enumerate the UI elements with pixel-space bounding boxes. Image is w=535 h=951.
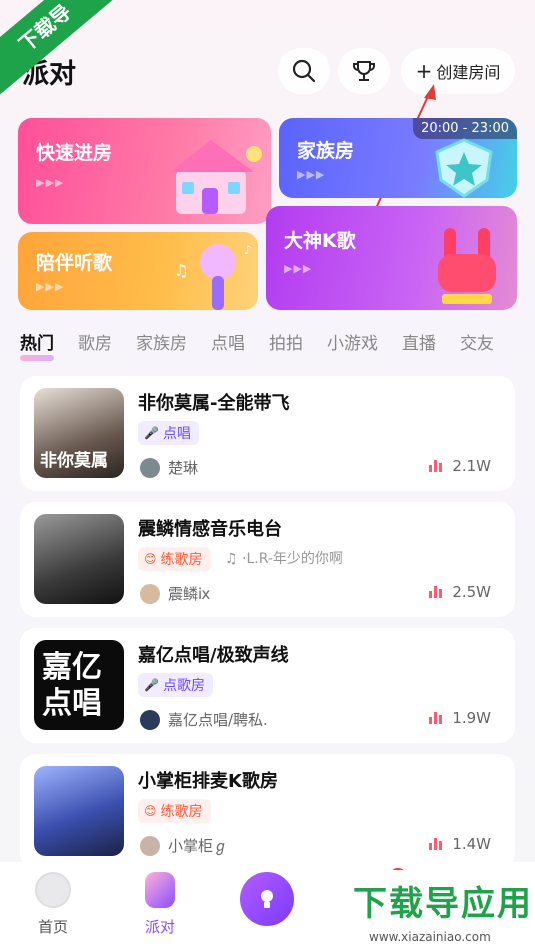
heat-bars-icon — [429, 712, 444, 724]
family-time-badge: 20:00 - 23:00 — [413, 118, 517, 139]
room-heat: 2.1W — [429, 457, 491, 475]
room-heat: 1.4W — [429, 835, 491, 853]
microphone-icon: ♫ ♪ — [174, 243, 252, 310]
avatar — [140, 836, 160, 856]
tab-song-room[interactable]: 歌房 — [78, 329, 112, 359]
tab-request-song[interactable]: 点唱 — [211, 329, 245, 359]
quick-join-label: 快速进房 — [36, 142, 113, 164]
heat-bars-icon — [429, 586, 444, 598]
arrows-icon: ▶▶▶ — [36, 280, 65, 293]
karaoke-god-label: 大神K歌 — [284, 230, 356, 252]
room-thumbnail-text: 嘉亿点唱 — [42, 650, 102, 721]
nav-home[interactable]: 首页 — [18, 872, 88, 937]
avatar — [140, 458, 160, 478]
room-thumbnail: 非你莫属 — [34, 388, 124, 478]
room-card[interactable]: 非你莫属 非你莫属-全能带飞 🎤 点唱 楚琳 2.1W — [20, 376, 515, 491]
room-thumbnail: 嘉亿点唱 — [34, 640, 124, 730]
room-card[interactable]: 嘉亿点唱 嘉亿点唱/极致声线 🎤 点歌房 嘉亿点唱/聘私. 1.9W — [20, 628, 515, 743]
host-name: 楚琳 — [168, 459, 199, 477]
svg-text:♫: ♫ — [174, 261, 188, 280]
arrows-icon: ▶▶▶ — [284, 262, 313, 275]
quick-join-banner[interactable]: 快速进房 ▶▶▶ — [18, 118, 271, 224]
tab-auction[interactable]: 拍拍 — [269, 329, 303, 359]
room-card[interactable]: 小掌柜排麦K歌房 😊 练歌房 小掌柜ℊ 1.4W — [20, 754, 515, 869]
room-tag: 🎤 点歌房 — [138, 673, 213, 697]
castle-icon — [170, 140, 262, 214]
room-tag: 😊 练歌房 — [138, 547, 211, 571]
watermark-brand: 下载导应用 www.xiazainiao.com — [345, 870, 535, 951]
emoji-icon: 😊 — [144, 552, 157, 566]
room-tag: 😊 练歌房 — [138, 799, 211, 823]
watermark-brand-text: 下载导应用 — [353, 884, 533, 924]
svg-text:♪: ♪ — [244, 243, 252, 257]
room-thumbnail — [34, 514, 124, 604]
tab-mini-games[interactable]: 小游戏 — [327, 329, 378, 359]
tab-family-room[interactable]: 家族房 — [136, 329, 187, 359]
category-tabs: 热门 歌房 家族房 点唱 拍拍 小游戏 直播 交友 — [20, 329, 535, 361]
mic-icon: 🎤 — [144, 678, 159, 692]
room-title: 嘉亿点唱/极致声线 — [138, 645, 289, 666]
watermark-url: www.xiazainiao.com — [369, 930, 491, 944]
home-icon — [35, 872, 71, 908]
tab-hot[interactable]: 热门 — [20, 329, 54, 361]
room-heat: 1.9W — [429, 709, 491, 727]
avatar — [140, 710, 160, 730]
shield-star-icon — [435, 138, 493, 198]
heat-bars-icon — [429, 460, 444, 472]
heat-bars-icon — [429, 838, 444, 850]
family-room-banner[interactable]: 家族房 ▶▶▶ 20:00 - 23:00 — [279, 118, 517, 198]
room-tag: 🎤 点唱 — [138, 421, 199, 445]
host-name: 震鳞ⅸ — [168, 585, 211, 603]
avatar — [140, 584, 160, 604]
now-playing-song: ♫ ·L.R-年少的你啊 — [225, 551, 343, 567]
mic-center-button[interactable] — [240, 872, 294, 926]
host-name: 小掌柜ℊ — [168, 837, 229, 855]
lightbulb-icon — [255, 887, 279, 911]
listen-together-banner[interactable]: 陪伴听歌 ▶▶▶ ♫ ♪ — [18, 232, 258, 310]
room-thumbnail-text: 非你莫属 — [40, 451, 108, 471]
room-title: 小掌柜排麦K歌房 — [138, 771, 278, 792]
listen-together-label: 陪伴听歌 — [36, 252, 113, 274]
room-title: 非你莫属-全能带飞 — [138, 393, 290, 414]
tab-friends[interactable]: 交友 — [460, 329, 494, 359]
search-button[interactable] — [278, 48, 330, 94]
tab-live[interactable]: 直播 — [402, 329, 436, 359]
room-card[interactable]: 震鳞情感音乐电台 😊 练歌房 ♫ ·L.R-年少的你啊 震鳞ⅸ 2.5W — [20, 502, 515, 617]
search-icon — [291, 58, 317, 84]
rock-hand-icon — [438, 228, 496, 304]
party-icon — [145, 872, 175, 908]
host-name: 嘉亿点唱/聘私. — [168, 711, 268, 729]
header: 派对 + 创建房间 — [0, 42, 535, 102]
room-heat: 2.5W — [429, 583, 491, 601]
room-thumbnail — [34, 766, 124, 856]
arrows-icon: ▶▶▶ — [297, 168, 326, 181]
mic-icon: 🎤 — [144, 426, 159, 440]
nav-party[interactable]: 派对 — [125, 872, 195, 937]
room-title: 震鳞情感音乐电台 — [138, 519, 282, 540]
karaoke-god-banner[interactable]: 大神K歌 ▶▶▶ — [266, 206, 517, 310]
emoji-icon: 😊 — [144, 804, 157, 818]
family-room-label: 家族房 — [297, 140, 355, 162]
arrows-icon: ▶▶▶ — [36, 176, 65, 189]
